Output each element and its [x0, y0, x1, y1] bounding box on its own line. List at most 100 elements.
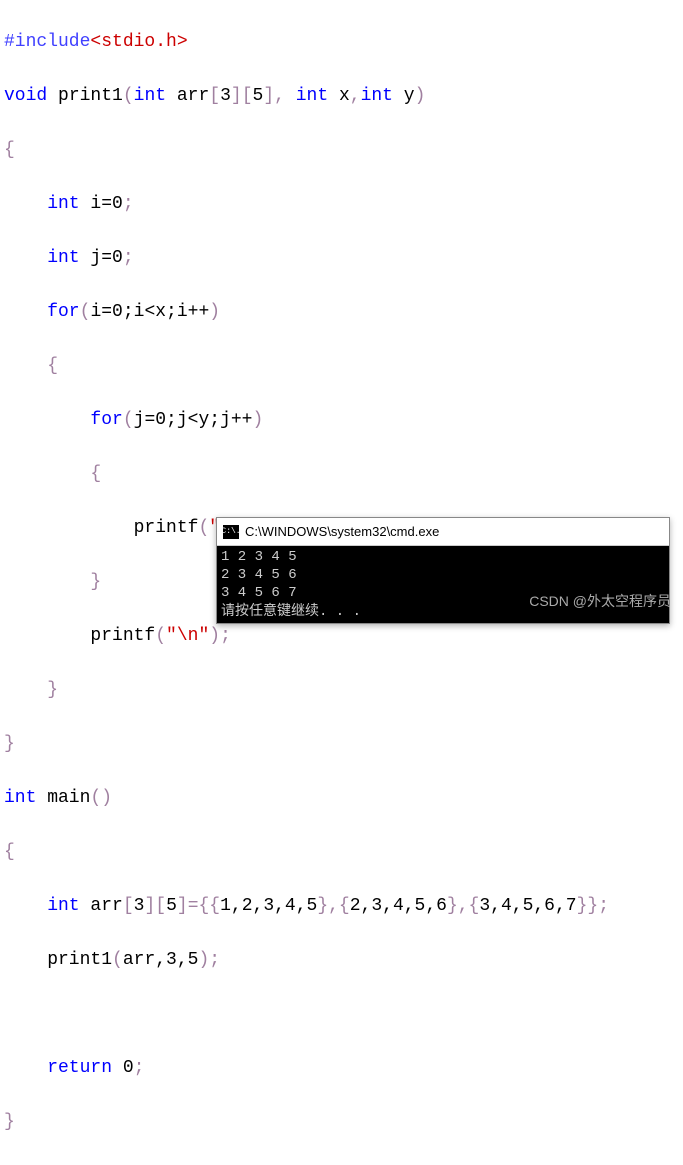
code-line: { [4, 137, 679, 164]
bracket-token: [ [123, 896, 134, 916]
ident-token: y [393, 86, 415, 106]
num-token: 0 [112, 1058, 134, 1078]
kw-token: int [134, 86, 166, 106]
num-token: 3 [134, 896, 145, 916]
paren-token: ( [123, 410, 134, 430]
paren-token: ) [209, 302, 220, 322]
code-line: { [4, 839, 679, 866]
code-line: return 0; [4, 1055, 679, 1082]
code-line: } [4, 1109, 679, 1136]
console-line: 请按任意键继续. . . [221, 604, 361, 620]
code-line: } [4, 677, 679, 704]
ident-token: arr [80, 896, 123, 916]
semi-token: ; [123, 194, 134, 214]
console-line: 1 2 3 4 5 [221, 549, 297, 565]
brace-token: } [4, 572, 101, 592]
code-line: int main() [4, 785, 679, 812]
ident-token: j=0;j<y;j++ [134, 410, 253, 430]
kw-token: int [4, 788, 36, 808]
paren-token: ) [198, 950, 209, 970]
ident-token: print1 [4, 950, 112, 970]
paren-token: ( [112, 950, 123, 970]
paren-token: ) [209, 626, 220, 646]
kw-token: int [4, 194, 80, 214]
bracket-token: },{ [317, 896, 349, 916]
kw-token: void [4, 86, 47, 106]
brace-token: } [4, 680, 58, 700]
kw-token: for [4, 302, 80, 322]
bracket-token: },{ [447, 896, 479, 916]
code-line: for(j=0;j<y;j++) [4, 407, 679, 434]
ident-token: i=0 [80, 194, 123, 214]
code-line: print1(arr,3,5); [4, 947, 679, 974]
code-line: { [4, 461, 679, 488]
kw-token: for [4, 410, 123, 430]
kw-token: int [4, 248, 80, 268]
header-token: <stdio.h> [90, 32, 187, 52]
watermark-text: CSDN @外太空程序员 [529, 591, 671, 612]
code-line: int i=0; [4, 191, 679, 218]
code-line: { [4, 353, 679, 380]
bracket-token: [ [209, 86, 220, 106]
bracket-token: ][ [231, 86, 253, 106]
func-token: print1 [47, 86, 123, 106]
paren-token: ( [123, 86, 134, 106]
num-token: 2,3,4,5,6 [350, 896, 447, 916]
code-line: int j=0; [4, 245, 679, 272]
kw-token: int [4, 896, 80, 916]
code-line: for(i=0;i<x;i++) [4, 299, 679, 326]
num-token: 5 [166, 896, 177, 916]
macro-token: #include [4, 32, 90, 52]
paren-token: ( [155, 626, 166, 646]
ident-token: x [328, 86, 350, 106]
num-token: arr,3,5 [123, 950, 199, 970]
semi-token: ; [123, 248, 134, 268]
paren-token: ) [252, 410, 263, 430]
ident-token: i=0;i<x;i++ [90, 302, 209, 322]
brace-token: { [4, 842, 15, 862]
console-titlebar[interactable]: C:\. C:\WINDOWS\system32\cmd.exe [217, 518, 669, 546]
ident-token: printf [4, 626, 155, 646]
ident-token: printf [4, 518, 198, 538]
semi-token: ; [134, 1058, 145, 1078]
paren-token: ) [415, 86, 426, 106]
semi-token: ; [220, 626, 231, 646]
brace-token: { [4, 140, 15, 160]
code-line [4, 1001, 679, 1028]
paren-token: ( [80, 302, 91, 322]
bracket-token: ]={{ [177, 896, 220, 916]
bracket-token: ][ [144, 896, 166, 916]
ident-token: j=0 [80, 248, 123, 268]
kw-token: return [4, 1058, 112, 1078]
num-token: 1,2,3,4,5 [220, 896, 317, 916]
string-token: "\n" [166, 626, 209, 646]
code-line: printf("\n"); [4, 623, 679, 650]
kw-token: int [361, 86, 393, 106]
console-line: 2 3 4 5 6 [221, 567, 297, 583]
code-line: void print1(int arr[3][5], int x,int y) [4, 83, 679, 110]
console-title: C:\WINDOWS\system32\cmd.exe [245, 522, 439, 542]
brace-token: } [4, 734, 15, 754]
num-token: 5 [253, 86, 264, 106]
num-token: 3,4,5,6,7 [479, 896, 576, 916]
ident-token: arr [166, 86, 209, 106]
brace-token: { [4, 356, 58, 376]
punct-token: , [350, 86, 361, 106]
cmd-icon: C:\. [223, 525, 239, 539]
code-line: int arr[3][5]={{1,2,3,4,5},{2,3,4,5,6},{… [4, 893, 679, 920]
num-token: 3 [220, 86, 231, 106]
cmd-icon-inner: C:\. [221, 528, 240, 536]
semi-token: ; [209, 950, 220, 970]
code-line: } [4, 731, 679, 758]
brace-token: { [4, 464, 101, 484]
code-line: #include<stdio.h> [4, 29, 679, 56]
semi-token: ; [598, 896, 609, 916]
paren-token: () [90, 788, 112, 808]
kw-token: int [285, 86, 328, 106]
console-line: 3 4 5 6 7 [221, 585, 297, 601]
bracket-token: ], [263, 86, 285, 106]
func-token: main [36, 788, 90, 808]
bracket-token: }} [577, 896, 599, 916]
brace-token: } [4, 1112, 15, 1132]
paren-token: ( [198, 518, 209, 538]
